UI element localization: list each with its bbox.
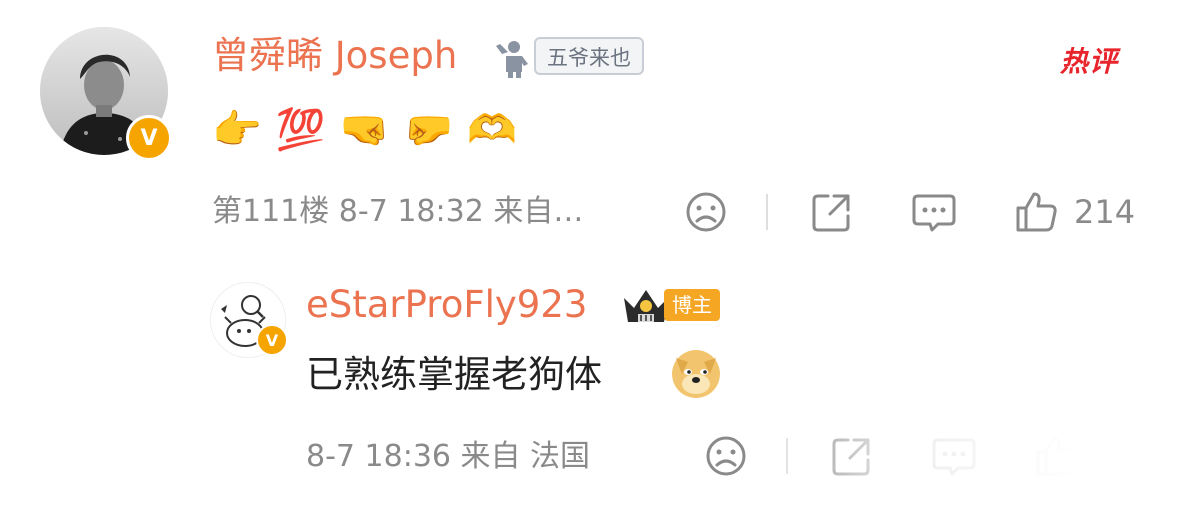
right-fist-emoji: 🤜: [339, 107, 390, 153]
reply-content: 已熟练掌握老狗体: [306, 353, 602, 396]
doge-emoji-icon: [672, 350, 720, 398]
share-icon[interactable]: [808, 188, 856, 236]
verified-badge-icon: V: [126, 115, 172, 161]
reply-meta: 8-7 18:36 来自 法国: [306, 439, 591, 474]
comment-meta: 第111楼 8-7 18:32 来自…: [212, 194, 584, 229]
fan-tag[interactable]: 五爷来也: [534, 37, 644, 75]
comment-content: 👉 💯 🤜 🤛 🫶: [212, 104, 517, 156]
reply-dislike-face-icon[interactable]: [702, 432, 750, 480]
heart-hands-emoji: 🫶: [467, 107, 518, 153]
action-divider: [766, 194, 768, 230]
hot-comment-label: 热评: [1060, 45, 1119, 78]
like-icon[interactable]: [1012, 188, 1060, 236]
fade-overlay: [760, 420, 1179, 508]
comment-icon[interactable]: [910, 188, 958, 236]
blogger-tag: 博主: [664, 289, 720, 321]
dislike-face-icon[interactable]: [682, 188, 730, 236]
pointing-hand-emoji: 👉: [212, 107, 262, 153]
comment-username[interactable]: 曾舜晞 Joseph: [212, 34, 457, 78]
reply-username[interactable]: eStarProFly923: [306, 282, 587, 328]
reply-verified-badge-icon: V: [256, 324, 288, 356]
hundred-points-emoji: 💯: [275, 107, 326, 153]
fan-club-icon: [496, 41, 528, 78]
like-count: 214: [1074, 193, 1136, 231]
left-fist-emoji: 🤛: [403, 107, 454, 153]
